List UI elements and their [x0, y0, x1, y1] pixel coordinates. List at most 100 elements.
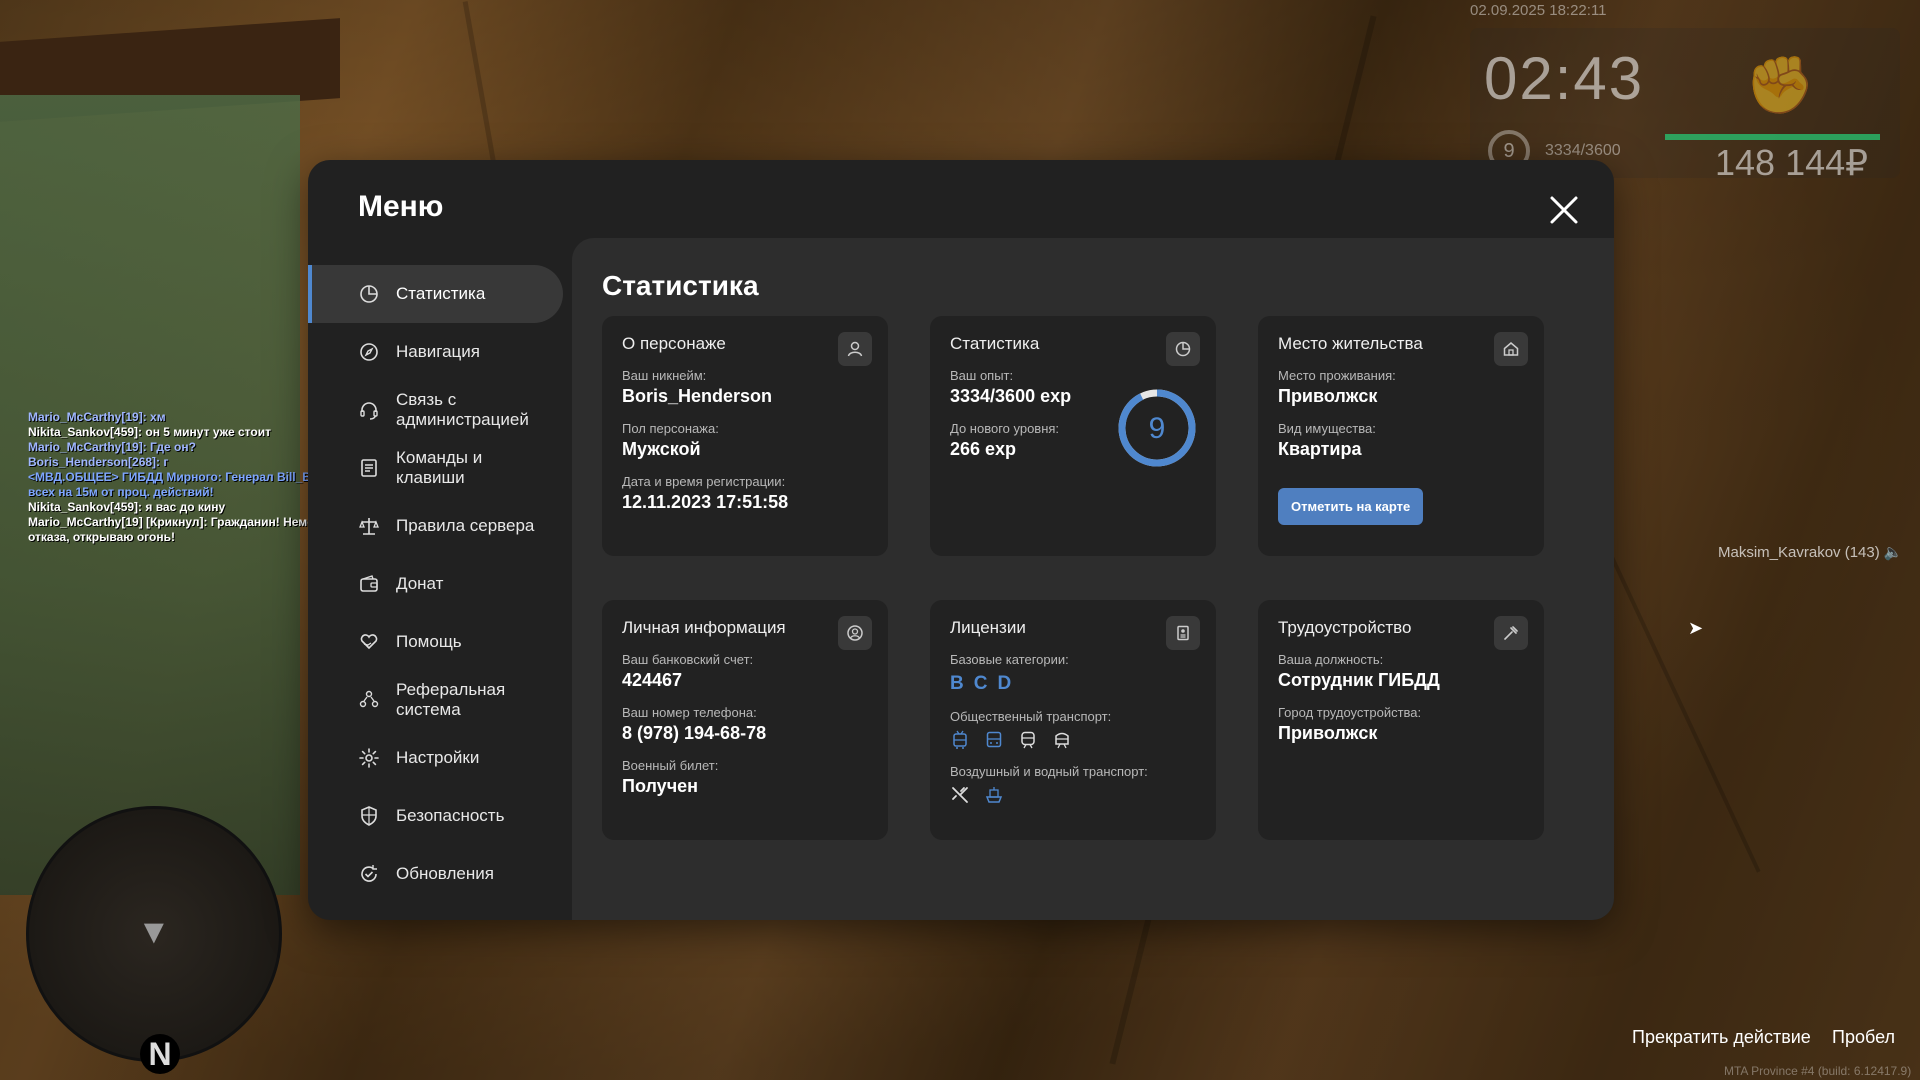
- mouse-cursor-icon: ➤: [1688, 618, 1704, 638]
- people-icon: [358, 689, 380, 711]
- card-licenses: Лицензии Базовые категории: BCD Обществе…: [930, 600, 1216, 840]
- card-title: Личная информация: [622, 618, 786, 637]
- card-experience: Статистика Ваш опыт: 3334/3600 exp До но…: [930, 316, 1216, 556]
- hint-key: Пробел: [1832, 1027, 1895, 1047]
- sidebar-item-label: Связь с администрацией: [396, 390, 529, 429]
- sidebar-nav: Статистика Навигация Связь с администрацие…: [308, 265, 563, 903]
- job-city-label: Город трудоустройства:: [1278, 705, 1422, 720]
- compass-north: N: [140, 1034, 180, 1074]
- shield-icon: [358, 805, 380, 827]
- gender-label: Пол персонажа:: [622, 421, 719, 436]
- sidebar-item[interactable]: Реферальная система: [308, 671, 563, 729]
- gender-value: Мужской: [622, 439, 701, 459]
- sidebar-item-label: Навигация: [396, 342, 480, 361]
- sidebar-item-label: Команды и клавиши: [396, 448, 483, 487]
- phone-label: Ваш номер телефона:: [622, 705, 757, 720]
- card-icon-box: [1166, 332, 1200, 366]
- player-arrow-icon: ▼: [137, 913, 171, 951]
- sidebar-item[interactable]: Помощь: [308, 613, 563, 671]
- sidebar-item[interactable]: Донат: [308, 555, 563, 613]
- hud-datetime: 02.09.2025 18:22:11: [1470, 2, 1607, 19]
- card-title: Статистика: [950, 334, 1040, 353]
- house-icon: [1503, 342, 1519, 356]
- refresh-check-icon: [358, 863, 380, 885]
- license-categories: BCD: [950, 673, 1196, 695]
- hud-time: 02:43: [1484, 45, 1645, 112]
- sidebar-item[interactable]: Навигация: [308, 323, 563, 381]
- fist-icon: ✊: [1745, 53, 1815, 116]
- scales-icon: [358, 515, 380, 537]
- hud-health-bar: [1665, 134, 1880, 140]
- license-category: C: [973, 673, 988, 694]
- player-nametag: Maksim_Kavrakov (143) 🔈: [1718, 544, 1903, 561]
- card-employment: Трудоустройство Ваша должность: Сотрудни…: [1258, 600, 1544, 840]
- property-value: Квартира: [1278, 439, 1362, 459]
- sidebar-item-label: Безопасность: [396, 806, 505, 825]
- license-category: B: [950, 673, 964, 694]
- sidebar-item[interactable]: Статистика: [308, 265, 563, 323]
- sidebar-item-label: Реферальная система: [396, 680, 506, 719]
- card-title: О персонаже: [622, 334, 726, 353]
- nickname-label: Ваш никнейм:: [622, 368, 707, 383]
- bank-value: 424467: [622, 670, 683, 690]
- sidebar-item-label: Донат: [396, 574, 444, 593]
- license-card-icon: [1177, 625, 1189, 641]
- sidebar-item-label: Статистика: [396, 284, 486, 303]
- card-title: Место жительства: [1278, 334, 1423, 353]
- close-button[interactable]: [1546, 192, 1582, 228]
- boat-icon: [984, 785, 1004, 805]
- pie-chart-icon: [1175, 341, 1191, 357]
- card-icon-box: [838, 332, 872, 366]
- residence-label: Место проживания:: [1278, 368, 1396, 383]
- speaker-icon: 🔈: [1883, 544, 1903, 561]
- position-value: Сотрудник ГИБДД: [1278, 670, 1440, 690]
- gear-icon: [358, 747, 380, 769]
- wallet-icon: [358, 573, 380, 595]
- hammer-icon: [1504, 626, 1518, 640]
- sidebar-item[interactable]: Связь с администрацией: [308, 381, 563, 439]
- build-version: MTA Province #4 (build: 6.12417.9): [1724, 1064, 1912, 1078]
- air-water-transport-label: Воздушный и водный транспорт:: [950, 764, 1148, 779]
- mark-on-map-button[interactable]: Отметить на карте: [1278, 488, 1424, 525]
- user-icon: [847, 341, 863, 357]
- sidebar-item[interactable]: Команды и клавиши: [308, 439, 563, 497]
- sidebar-item[interactable]: Настройки: [308, 729, 563, 787]
- phone-value: 8 (978) 194-68-78: [622, 723, 767, 743]
- sidebar-item[interactable]: Обновления: [308, 845, 563, 903]
- air-water-transport-icons: [950, 785, 1196, 805]
- job-city-value: Приволжск: [1278, 723, 1378, 743]
- position-label: Ваша должность:: [1278, 652, 1384, 667]
- level-ring: 9: [1118, 389, 1196, 467]
- sidebar-item-label: Настройки: [396, 748, 480, 767]
- heart-hand-icon: [358, 631, 380, 653]
- headset-icon: [358, 399, 380, 421]
- base-categories-label: Базовые категории:: [950, 652, 1069, 667]
- sidebar-item-label: Обновления: [396, 864, 494, 883]
- sidebar-item-label: Помощь: [396, 632, 462, 651]
- trolleybus-icon: [950, 730, 970, 750]
- hud-money: 148 144₽: [1715, 142, 1869, 183]
- card-icon-box: [1166, 616, 1200, 650]
- license-category: D: [997, 673, 1012, 694]
- train-icon: [1018, 730, 1038, 750]
- pie-chart-icon: [358, 283, 380, 305]
- plane-icon: [950, 785, 970, 805]
- card-icon-box: [1494, 616, 1528, 650]
- bank-label: Ваш банковский счет:: [622, 652, 754, 667]
- close-icon: [1550, 196, 1578, 224]
- card-title: Трудоустройство: [1278, 618, 1412, 637]
- hint-action: Прекратить действие: [1632, 1027, 1811, 1047]
- hud-xp: 3334/3600: [1545, 142, 1621, 159]
- bus-icon: [984, 730, 1004, 750]
- compass-icon: [358, 341, 380, 363]
- user-circle-icon: [847, 625, 863, 641]
- card-character: О персонаже Ваш никнейм: Boris_Henderson…: [602, 316, 888, 556]
- tram-icon: [1052, 730, 1072, 750]
- sidebar-item[interactable]: Безопасность: [308, 787, 563, 845]
- public-transport-icons: [950, 730, 1196, 750]
- sidebar-item-label: Правила сервера: [396, 516, 535, 535]
- menu-title: Меню: [358, 190, 444, 223]
- military-value: Получен: [622, 776, 699, 796]
- registration-label: Дата и время регистрации:: [622, 474, 786, 489]
- sidebar-item[interactable]: Правила сервера: [308, 497, 563, 555]
